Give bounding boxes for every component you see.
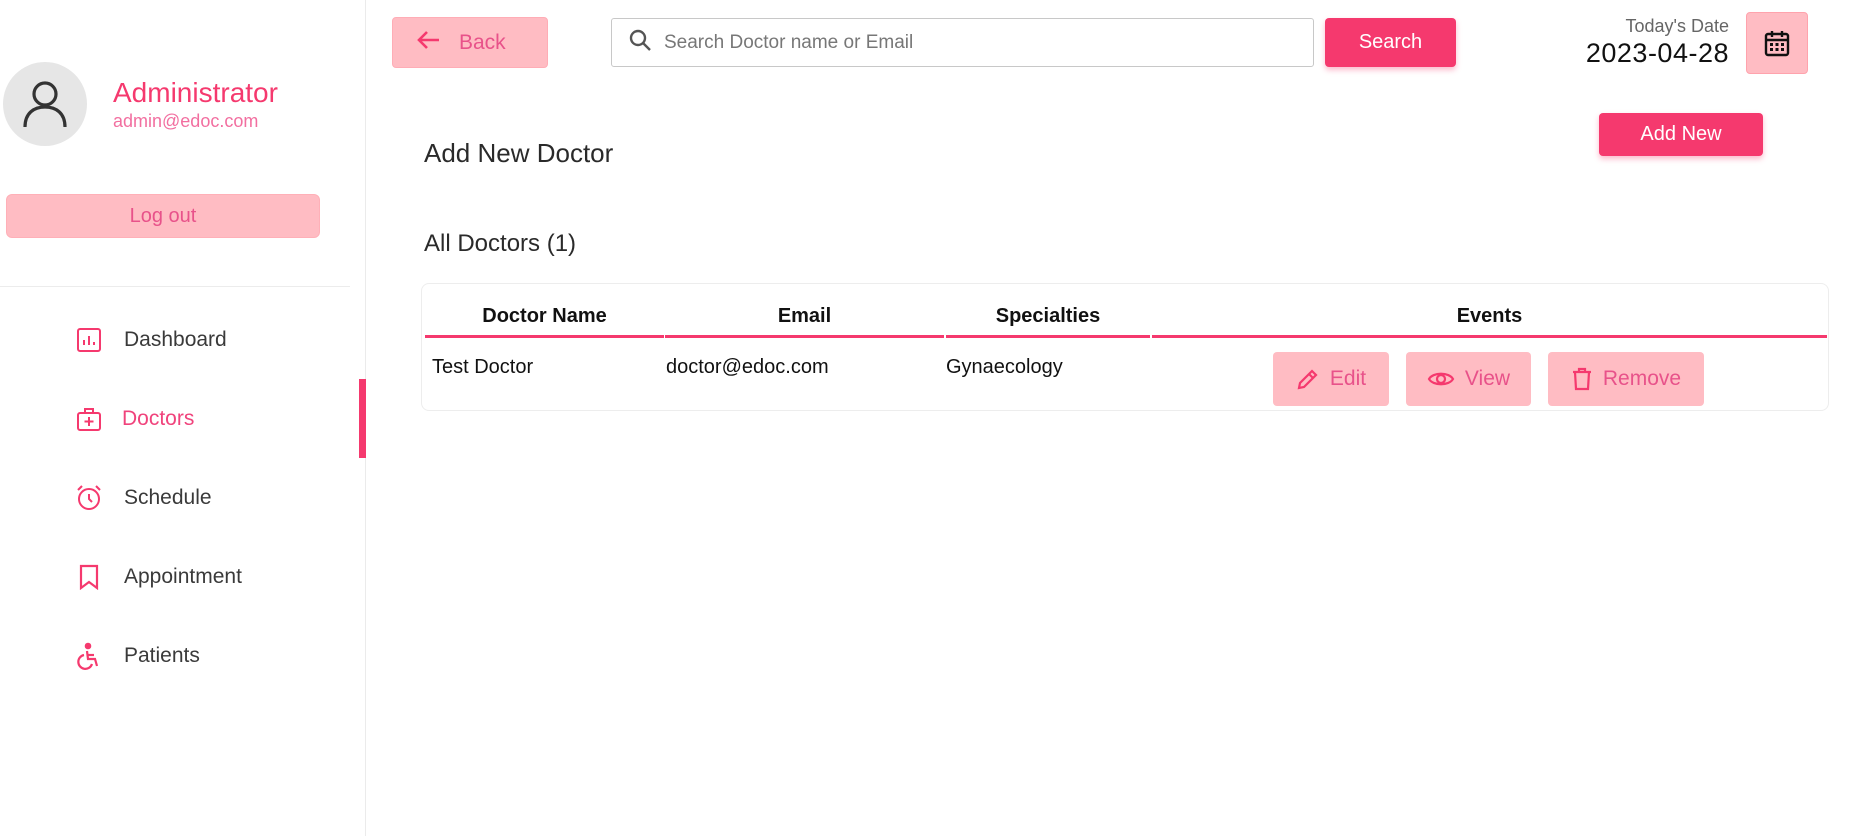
cell-specialty: Gynaecology [946, 356, 1063, 378]
sidebar-item-schedule[interactable]: Schedule [0, 458, 366, 537]
divider [0, 286, 350, 287]
doctor-case-icon [74, 404, 104, 434]
bookmark-icon [74, 562, 104, 592]
sidebar-nav: Dashboard Doctors Schedule Appointment P… [0, 300, 366, 695]
search-box [611, 18, 1314, 67]
remove-label: Remove [1602, 367, 1682, 390]
column-header-email: Email [665, 298, 944, 338]
cell-email: doctor@edoc.com [666, 356, 829, 378]
sidebar-item-label: Appointment [124, 564, 242, 588]
dashboard-icon [74, 325, 104, 355]
remove-button[interactable]: Remove [1548, 352, 1704, 406]
view-button[interactable]: View [1406, 352, 1531, 406]
eye-icon [1427, 369, 1455, 389]
sidebar-item-doctors[interactable]: Doctors [0, 379, 366, 458]
alarm-clock-icon [74, 483, 104, 513]
profile-email: admin@edoc.com [113, 111, 259, 131]
search-button[interactable]: Search [1325, 18, 1456, 67]
sidebar-item-appointment[interactable]: Appointment [0, 537, 366, 616]
doctors-table: Doctor Name Email Specialties Events Tes… [421, 283, 1829, 411]
page-title: Add New Doctor [424, 138, 614, 168]
calendar-icon [1764, 31, 1790, 57]
edit-label: Edit [1329, 367, 1367, 390]
sidebar-item-label: Doctors [122, 406, 195, 430]
sidebar-item-dashboard[interactable]: Dashboard [0, 300, 366, 379]
sidebar: Administrator admin@edoc.com Log out Das… [0, 0, 366, 836]
back-button[interactable]: Back [392, 17, 548, 68]
add-new-button[interactable]: Add New [1599, 113, 1763, 156]
sidebar-item-label: Dashboard [124, 327, 227, 351]
back-label: Back [459, 30, 506, 54]
sidebar-item-label: Schedule [124, 485, 212, 509]
sidebar-item-label: Patients [124, 643, 200, 667]
date-value: 2023-04-28 [1585, 38, 1729, 68]
edit-button[interactable]: Edit [1273, 352, 1389, 406]
arrow-left-icon [417, 30, 441, 56]
wheelchair-icon [74, 641, 104, 671]
avatar [3, 62, 87, 146]
search-icon [628, 28, 652, 57]
column-header-events: Events [1152, 298, 1827, 338]
search-input[interactable] [664, 31, 1284, 54]
calendar-button[interactable] [1746, 12, 1808, 74]
pencil-icon [1296, 367, 1320, 391]
profile: Administrator admin@edoc.com [3, 62, 278, 146]
cell-doctor-name: Test Doctor [432, 356, 534, 378]
profile-name: Administrator [113, 77, 278, 108]
sidebar-item-patients[interactable]: Patients [0, 616, 366, 695]
user-icon [23, 81, 67, 128]
column-header-doctor-name: Doctor Name [425, 298, 664, 338]
section-title: All Doctors (1) [424, 230, 577, 257]
column-header-specialties: Specialties [946, 298, 1150, 338]
view-label: View [1464, 367, 1511, 390]
trash-icon [1571, 367, 1593, 391]
logout-button[interactable]: Log out [6, 194, 320, 238]
date-label: Today's Date [1625, 16, 1730, 36]
